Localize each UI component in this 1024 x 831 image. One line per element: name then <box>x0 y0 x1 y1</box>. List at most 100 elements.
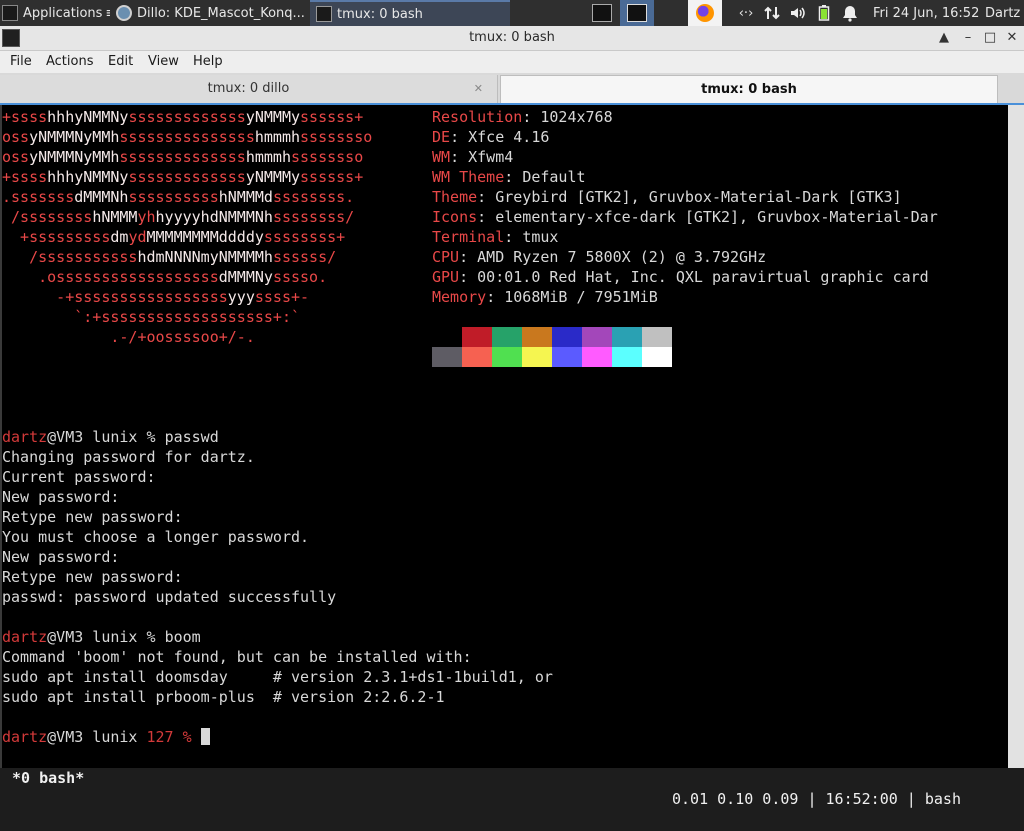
ascii-art-line: .-/+oossssoo+/-. <box>2 328 255 346</box>
color-swatch <box>612 327 642 347</box>
terminal-icon <box>627 4 647 22</box>
menu-view[interactable]: View <box>148 51 179 73</box>
scrollbar[interactable] <box>1008 105 1024 768</box>
window-title: tmux: 0 bash <box>469 30 555 45</box>
color-swatch <box>522 327 552 347</box>
ascii-art-line: +sssshhhyNMMNysssssssssssssyNMMMyssssss+ <box>2 168 364 186</box>
color-swatch <box>552 347 582 367</box>
output-line: You must choose a longer password. <box>2 528 310 546</box>
color-swatch <box>612 347 642 367</box>
current-prompt[interactable]: dartz@VM3 lunix 127 % <box>2 727 210 747</box>
color-swatch <box>582 347 612 367</box>
minimize-button[interactable]: – <box>957 26 979 50</box>
info-memory: Memory: 1068MiB / 7951MiB <box>432 288 658 306</box>
maximize-button[interactable]: □ <box>979 26 1001 50</box>
volume-icon[interactable] <box>787 0 809 26</box>
info-theme: Theme: Greybird [GTK2], Gruvbox-Material… <box>432 188 902 206</box>
bell-icon[interactable] <box>840 0 860 26</box>
tab-bash[interactable]: tmux: 0 bash <box>500 75 998 103</box>
output-line: New password: <box>2 488 120 506</box>
ascii-art-line: .ossssssssssssssssssdMMMNysssso. <box>2 268 328 286</box>
info-resolution: Resolution: 1024x768 <box>432 108 613 126</box>
terminal-area[interactable]: +sssshhhyNMMNysssssssssssssyNMMMyssssss+… <box>0 105 1024 808</box>
ascii-art-line: .sssssssdMMMNhsssssssssshNMMMdssssssss. <box>2 188 355 206</box>
task-tmux-label: tmux: 0 bash <box>337 6 423 22</box>
close-button[interactable]: ✕ <box>1001 26 1023 50</box>
color-swatch <box>462 347 492 367</box>
tab-bash-label: tmux: 0 bash <box>701 82 797 97</box>
info-terminal: Terminal: tmux <box>432 228 559 246</box>
network-icon[interactable]: ‹·› <box>734 0 758 26</box>
window-titlebar[interactable]: tmux: 0 bash ▲ – □ ✕ <box>0 26 1024 51</box>
info-gpu: GPU: 00:01.0 Red Hat, Inc. QXL paravirtu… <box>432 268 929 286</box>
terminal-icon <box>316 6 332 22</box>
output-line: passwd: password updated successfully <box>2 588 337 606</box>
color-swatch <box>492 347 522 367</box>
ascii-art-line: /sssssssshNMMMyhhyyyyhdNMMMNhssssssss/ <box>2 208 355 226</box>
prompt-line: dartz@VM3 lunix % boom <box>2 628 201 646</box>
task-tmux[interactable]: tmux: 0 bash <box>310 0 510 26</box>
tab-close-icon[interactable]: ✕ <box>474 75 483 103</box>
menu-help[interactable]: Help <box>193 51 223 73</box>
clock[interactable]: Fri 24 Jun, 16:52 <box>873 0 979 26</box>
shade-button[interactable]: ▲ <box>933 26 955 50</box>
ascii-art-line: -+sssssssssssssssssyyyssss+- <box>2 288 310 306</box>
task-dillo[interactable]: Dillo: KDE_Mascot_Konq... <box>110 0 310 26</box>
color-swatch <box>552 327 582 347</box>
output-line: Current password: <box>2 468 156 486</box>
color-swatch <box>582 327 612 347</box>
ascii-art-line: +sssshhhyNMMNysssssssssssssyNMMMyssssss+ <box>2 108 364 126</box>
dillo-icon <box>116 5 132 21</box>
color-swatch <box>642 327 672 347</box>
firefox-launcher[interactable] <box>688 0 722 26</box>
tab-bar: tmux: 0 dillo ✕ tmux: 0 bash <box>0 73 1024 105</box>
firefox-icon <box>696 4 714 22</box>
color-swatch <box>462 327 492 347</box>
color-swatch <box>642 347 672 367</box>
tmux-status-bar: *0 bash* 0.01 0.10 0.09 | 16:52:00 | bas… <box>2 747 1010 808</box>
output-line: Command 'boom' not found, but can be ins… <box>2 648 472 666</box>
prompt-line: dartz@VM3 lunix % passwd <box>2 428 219 446</box>
updown-arrows-icon[interactable] <box>761 0 783 26</box>
task-dillo-label: Dillo: KDE_Mascot_Konq... <box>137 5 305 21</box>
menu-edit[interactable]: Edit <box>108 51 133 73</box>
applications-label: Applications <box>23 5 103 21</box>
applications-menu-button[interactable]: Applications ≡ <box>0 0 110 26</box>
battery-icon[interactable] <box>814 0 834 26</box>
terminal-icon <box>2 5 18 21</box>
color-swatch <box>492 327 522 347</box>
info-cpu: CPU: AMD Ryzen 7 5800X (2) @ 3.792GHz <box>432 248 767 266</box>
ascii-art-line: ossyNMMMNyMMhsssssssssssssshmmmhssssssso <box>2 148 364 166</box>
ascii-art-line: `:+sssssssssssssssssss+:` <box>2 308 301 326</box>
color-swatch <box>432 347 462 367</box>
tab-dillo-label: tmux: 0 dillo <box>207 81 290 96</box>
output-line: Retype new password: <box>2 568 183 586</box>
tmux-window-list[interactable]: *0 bash* <box>12 768 84 789</box>
ascii-art-line: +sssssssssdmydMMMMMMMMddddyssssssss+ <box>2 228 346 246</box>
tab-dillo[interactable]: tmux: 0 dillo ✕ <box>0 75 498 103</box>
info-de: DE: Xfce 4.16 <box>432 128 550 146</box>
color-swatch <box>432 327 462 347</box>
info-icons: Icons: elementary-xfce-dark [GTK2], Gruv… <box>432 208 938 226</box>
top-panel: Applications ≡ Dillo: KDE_Mascot_Konq...… <box>0 0 1024 26</box>
output-line: Changing password for dartz. <box>2 448 255 466</box>
terminal-icon <box>592 4 612 22</box>
user-menu[interactable]: Dartz <box>985 0 1024 26</box>
menu-file[interactable]: File <box>10 51 32 73</box>
output-line: sudo apt install prboom-plus # version 2… <box>2 688 445 706</box>
menu-actions[interactable]: Actions <box>46 51 94 73</box>
output-line: Retype new password: <box>2 508 183 526</box>
ascii-art-line: /ssssssssssshdmNNNNmyNMMMMhssssss/ <box>2 248 337 266</box>
workspace-1-button[interactable] <box>586 0 618 26</box>
ascii-art-line: ossyNMMMNyMMhssssssssssssssshmmmhsssssss… <box>2 128 373 146</box>
workspace-2-button[interactable] <box>620 0 654 26</box>
text-cursor <box>200 728 210 745</box>
output-line: New password: <box>2 548 120 566</box>
menubar: File Actions Edit View Help <box>0 51 1024 73</box>
info-wm-theme: WM Theme: Default <box>432 168 586 186</box>
tmux-status-right: 0.01 0.10 0.09 | 16:52:00 | bash <box>672 790 961 808</box>
info-wm: WM: Xfwm4 <box>432 148 514 166</box>
output-line: sudo apt install doomsday # version 2.3.… <box>2 668 553 686</box>
color-swatch <box>522 347 552 367</box>
network-label: ‹·› <box>738 5 754 21</box>
